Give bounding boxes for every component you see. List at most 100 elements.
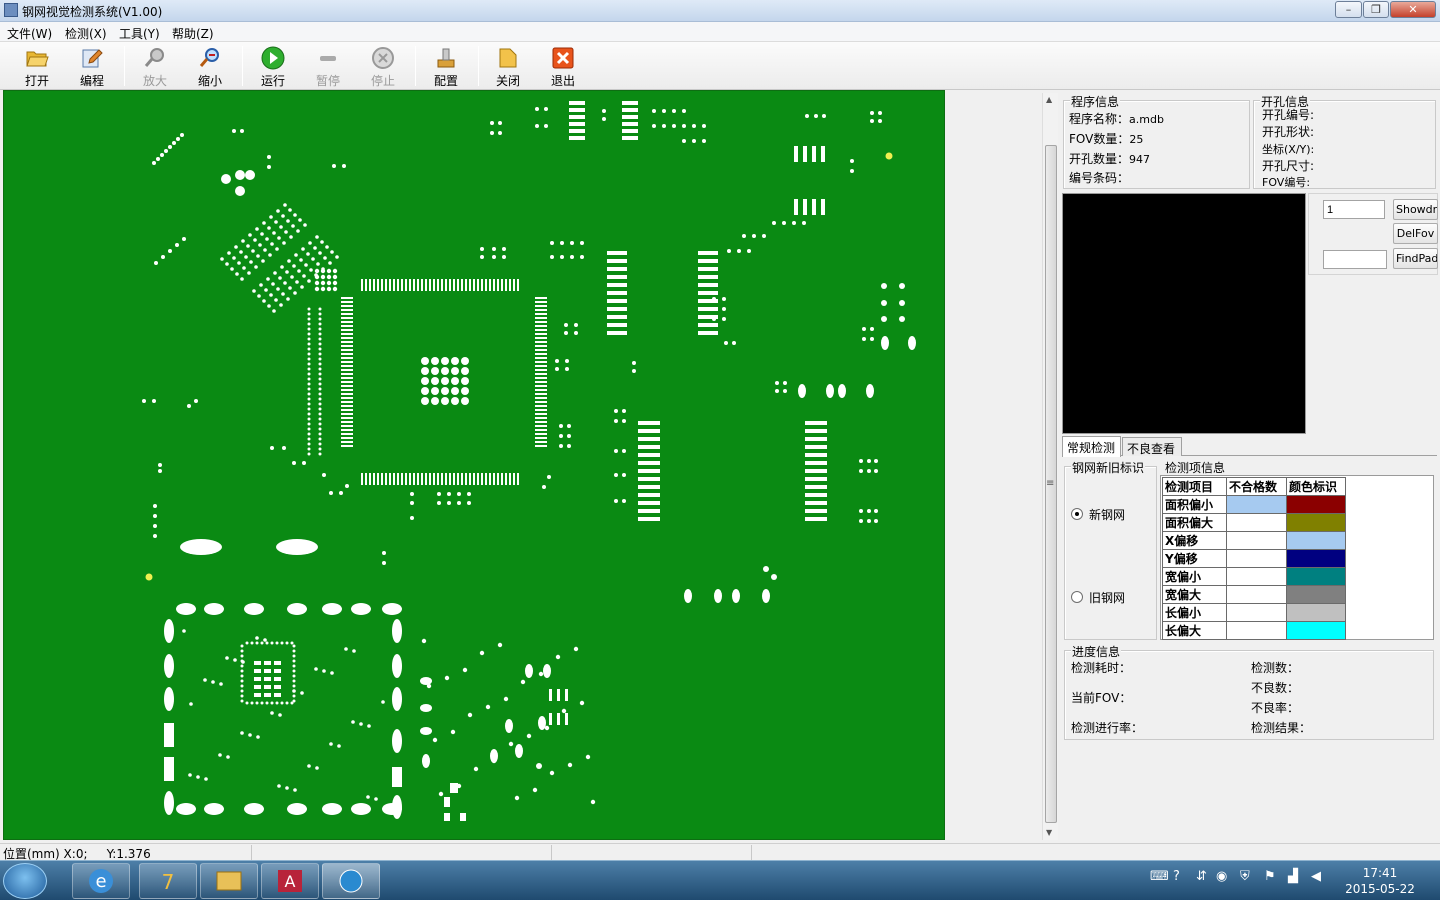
new-stencil-radio[interactable]	[1071, 508, 1083, 520]
taskbar-active-app-icon[interactable]	[322, 863, 380, 899]
taskbar-explorer-icon[interactable]	[200, 863, 258, 899]
row-color-swatch	[1286, 603, 1346, 622]
stencil-hole	[622, 499, 626, 503]
qq-icon[interactable]: ◉	[1216, 869, 1227, 884]
taskbar-app-icon[interactable]: 7	[139, 863, 197, 899]
stencil-hole	[502, 247, 506, 251]
help-icon[interactable]: ?	[1173, 869, 1180, 884]
stencil-hole	[775, 389, 779, 393]
start-button[interactable]	[3, 863, 47, 899]
hole-id-label: 开孔编号:	[1262, 108, 1315, 122]
fov-preview[interactable]	[1062, 193, 1306, 434]
menu-tools[interactable]: 工具(Y)	[119, 25, 160, 42]
stencil-hole	[874, 519, 878, 523]
stencil-hole	[270, 641, 274, 645]
shield-icon[interactable]: ⛨	[1240, 869, 1250, 884]
stencil-pad	[437, 473, 439, 485]
flag-icon[interactable]: ⚑	[1264, 869, 1276, 884]
stencil-pad	[365, 279, 367, 291]
open-button[interactable]: 打开	[12, 45, 62, 89]
stencil-hole	[307, 422, 311, 426]
stencil-hole	[318, 437, 322, 441]
old-stencil-radio[interactable]	[1071, 591, 1083, 603]
stencil-pad	[803, 199, 807, 215]
stencil-hole	[567, 444, 571, 448]
scroll-up-icon[interactable]: ▲	[1046, 95, 1052, 104]
maximize-button[interactable]: ❐	[1363, 1, 1389, 18]
stencil-hole	[318, 442, 322, 446]
find-pad-input[interactable]	[1323, 250, 1387, 269]
taskbar-ie-icon[interactable]: e	[72, 863, 130, 899]
exit-button[interactable]: 退出	[538, 45, 588, 89]
stencil-pad	[341, 361, 353, 363]
stencil-pad	[341, 313, 353, 315]
stop-button[interactable]: 停止	[358, 45, 408, 89]
stencil-hole	[204, 777, 208, 781]
stencil-view[interactable]	[3, 90, 945, 840]
table-row[interactable]: 面积偏小	[1162, 495, 1346, 514]
stencil-hole	[712, 297, 716, 301]
stencil-hole	[175, 243, 179, 247]
network-icon[interactable]: ▟	[1288, 869, 1298, 884]
tab-defect-view[interactable]: 不良查看	[1122, 437, 1182, 456]
del-fov-button[interactable]: DelFov	[1393, 223, 1438, 244]
stencil-hole	[281, 214, 285, 218]
run-button[interactable]: 运行	[248, 45, 298, 89]
taskbar-access-icon[interactable]: A	[261, 863, 319, 899]
config-button[interactable]: 配置	[421, 45, 471, 89]
stencil-hole	[867, 459, 871, 463]
stencil-pad	[469, 279, 471, 291]
stencil-hole	[306, 252, 310, 256]
stencil-pad	[535, 445, 547, 447]
table-row[interactable]: 面积偏大	[1162, 513, 1346, 532]
stencil-hole	[441, 377, 449, 385]
row-fail-count	[1226, 603, 1287, 622]
stencil-hole	[158, 469, 162, 473]
menu-help[interactable]: 帮助(Z)	[172, 25, 214, 42]
edit-button[interactable]: 编程	[67, 45, 117, 89]
stencil-hole	[275, 701, 279, 705]
close-button[interactable]: ✕	[1390, 1, 1436, 18]
stencil-hole	[307, 367, 311, 371]
header-color: 颜色标识	[1286, 477, 1346, 496]
menu-file[interactable]: 文件(W)	[7, 25, 52, 42]
stencil-hole	[307, 357, 311, 361]
close-file-button[interactable]: 关闭	[483, 45, 533, 89]
input-icon[interactable]: ⇵	[1196, 869, 1207, 884]
stencil-pad	[535, 349, 547, 351]
stencil-hole	[322, 473, 326, 477]
stencil-hole	[255, 641, 259, 645]
zoom-out-button[interactable]: 缩小	[185, 45, 235, 89]
toolbar: 打开 编程 放大 缩小 运行 暂停 停止 配置 关闭 退出	[0, 42, 1440, 90]
zoom-in-button[interactable]: 放大	[130, 45, 180, 89]
stencil-pad	[401, 473, 403, 485]
stencil-hole	[867, 519, 871, 523]
stencil-hole	[549, 770, 555, 776]
tab-normal-detect[interactable]: 常规检测	[1062, 436, 1121, 457]
table-row[interactable]: X偏移	[1162, 531, 1346, 550]
stencil-hole	[722, 297, 726, 301]
table-row[interactable]: 宽偏大	[1162, 585, 1346, 604]
fov-number-input[interactable]	[1323, 200, 1385, 219]
minimize-button[interactable]: –	[1335, 1, 1362, 18]
clock[interactable]: 17:41 2015-05-22	[1338, 865, 1422, 897]
stencil-hole	[652, 109, 656, 113]
stencil-hole	[296, 229, 300, 233]
table-row[interactable]: Y偏移	[1162, 549, 1346, 568]
stencil-pad	[638, 501, 660, 505]
keyboard-icon[interactable]: ⌨	[1150, 869, 1169, 884]
stencil-pad	[369, 473, 371, 485]
show-draw-fov-button[interactable]: ShowdrawFov	[1393, 199, 1438, 220]
pause-button[interactable]: 暂停	[303, 45, 353, 89]
stencil-hole	[307, 337, 311, 341]
volume-icon[interactable]: ◀	[1311, 869, 1321, 884]
find-pad-button[interactable]: FindPad	[1393, 248, 1438, 269]
vertical-scrollbar[interactable]: ▲ ▼	[1042, 93, 1058, 840]
table-row[interactable]: 长偏大	[1162, 621, 1346, 640]
header-fail-count: 不合格数	[1226, 477, 1287, 496]
table-row[interactable]: 长偏小	[1162, 603, 1346, 622]
stencil-hole	[282, 446, 286, 450]
table-row[interactable]: 宽偏小	[1162, 567, 1346, 586]
menu-detect[interactable]: 检测(X)	[65, 25, 107, 42]
scroll-down-icon[interactable]: ▼	[1046, 828, 1052, 837]
